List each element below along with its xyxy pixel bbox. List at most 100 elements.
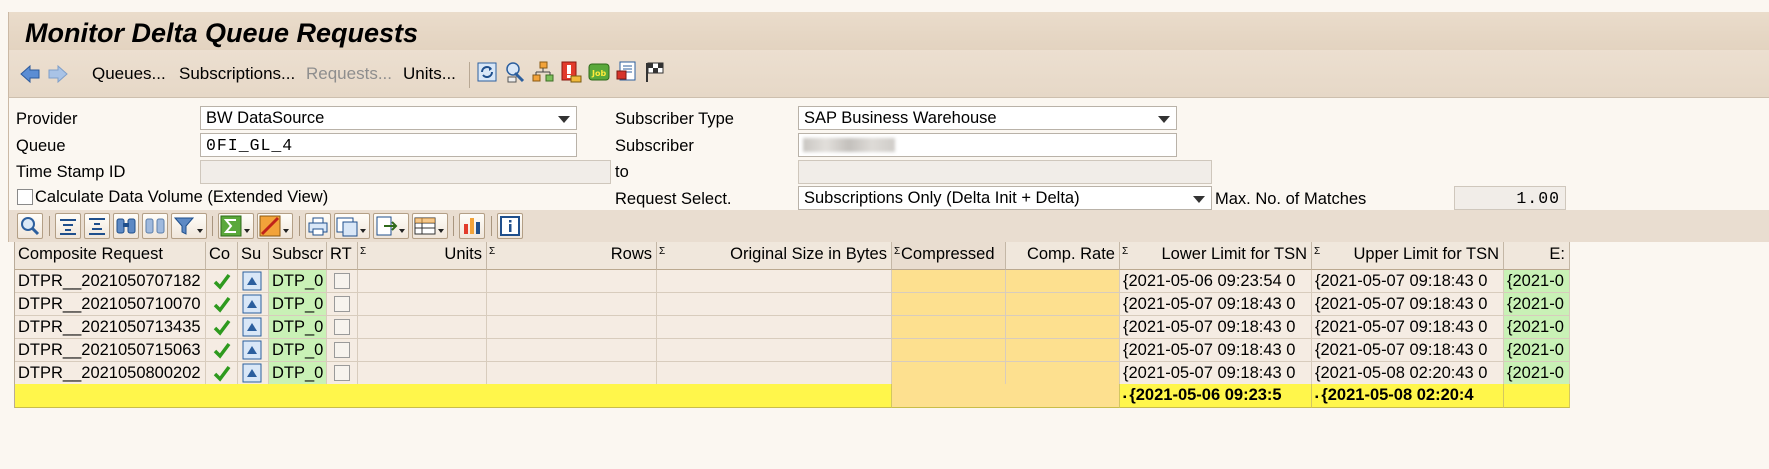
table-row-ext[interactable]: {2021-0 — [1504, 270, 1570, 293]
redacted-value — [803, 138, 895, 152]
status-cell[interactable] — [206, 293, 238, 316]
subscriber-type-dropdown[interactable]: SAP Business Warehouse — [798, 106, 1177, 130]
column-header-compressed[interactable]: Σ Compressed — [892, 242, 1006, 270]
forward-arrow-icon[interactable] — [47, 64, 69, 84]
total-row-lower[interactable]: ▪ {2021-05-06 09:23:5 — [1120, 384, 1312, 408]
column-header-composite[interactable]: Composite Request — [15, 242, 206, 270]
calculate-volume-checkbox[interactable] — [17, 189, 33, 205]
column-header-subscr[interactable]: Subscr — [269, 242, 327, 270]
rt-checkbox[interactable] — [334, 365, 350, 381]
filter-button[interactable] — [171, 213, 207, 239]
table-row-lower[interactable]: {2021-05-07 09:18:43 0 — [1120, 316, 1312, 339]
table-row-composite[interactable]: DTPR__2021050715063 — [15, 339, 206, 362]
table-row-ext[interactable]: {2021-0 — [1504, 293, 1570, 316]
column-header-units[interactable]: Σ Units — [358, 242, 487, 270]
table-row-subscr[interactable]: DTP_0 — [269, 293, 327, 316]
table-row-subscr[interactable]: DTP_0 — [269, 270, 327, 293]
find-button[interactable] — [113, 213, 139, 239]
rt-cell[interactable] — [327, 293, 358, 316]
chart-button[interactable] — [459, 213, 485, 239]
hierarchy-icon[interactable] — [531, 60, 555, 84]
views-button[interactable] — [334, 213, 370, 239]
rt-checkbox[interactable] — [334, 273, 350, 289]
rt-checkbox[interactable] — [334, 342, 350, 358]
rt-checkbox[interactable] — [334, 296, 350, 312]
flag-icon[interactable] — [643, 60, 667, 84]
rt-cell[interactable] — [327, 316, 358, 339]
column-header-co[interactable]: Co — [206, 242, 238, 270]
table-row-composite[interactable]: DTPR__2021050800202 — [15, 362, 206, 385]
display-icon[interactable] — [615, 60, 639, 84]
details-button[interactable] — [17, 213, 43, 239]
refresh-icon[interactable] — [475, 60, 499, 84]
find-next-button[interactable] — [142, 213, 168, 239]
subscription-cell[interactable] — [238, 339, 269, 362]
table-row-upper[interactable]: {2021-05-07 09:18:43 0 — [1312, 293, 1504, 316]
timestamp-from-field[interactable] — [200, 160, 611, 184]
subscriber-type-value: SAP Business Warehouse — [804, 109, 997, 127]
column-header-rows[interactable]: Σ Rows — [487, 242, 657, 270]
table-row-ext[interactable]: {2021-0 — [1504, 362, 1570, 385]
job-icon[interactable]: Job — [587, 60, 611, 84]
column-header-ext[interactable]: E: — [1504, 242, 1570, 270]
column-header-lower-limit[interactable]: Σ Lower Limit for TSN — [1120, 242, 1312, 270]
max-matches-field[interactable]: 1.00 — [1454, 186, 1566, 210]
rt-checkbox[interactable] — [334, 319, 350, 335]
table-row-composite[interactable]: DTPR__2021050713435 — [15, 316, 206, 339]
status-cell[interactable] — [206, 316, 238, 339]
settings-icon[interactable] — [503, 60, 527, 84]
rt-cell[interactable] — [327, 339, 358, 362]
warning-icon[interactable] — [559, 60, 583, 84]
layout-button[interactable] — [412, 213, 448, 239]
request-select-dropdown[interactable]: Subscriptions Only (Delta Init + Delta) — [798, 186, 1212, 210]
subscription-cell[interactable] — [238, 362, 269, 385]
queues-menu[interactable]: Queues... — [92, 64, 166, 84]
table-row-upper[interactable]: {2021-05-07 09:18:43 0 — [1312, 270, 1504, 293]
total-row-upper[interactable]: ▪ {2021-05-08 02:20:4 — [1312, 384, 1504, 408]
column-header-rt[interactable]: RT — [327, 242, 358, 270]
units-cell — [358, 270, 487, 293]
table-row-composite[interactable]: DTPR__2021050710070 — [15, 293, 206, 316]
units-menu[interactable]: Units... — [403, 64, 456, 84]
rt-cell[interactable] — [327, 362, 358, 385]
table-row-subscr[interactable]: DTP_0 — [269, 316, 327, 339]
status-cell[interactable] — [206, 270, 238, 293]
table-row-subscr[interactable]: DTP_0 — [269, 362, 327, 385]
table-row-lower[interactable]: {2021-05-06 09:23:54 0 — [1120, 270, 1312, 293]
info-button[interactable] — [497, 213, 523, 239]
total-button[interactable] — [218, 213, 254, 239]
subscription-cell[interactable] — [238, 316, 269, 339]
subscription-icon — [242, 294, 262, 314]
table-row-upper[interactable]: {2021-05-08 02:20:43 0 — [1312, 362, 1504, 385]
column-header-original-size[interactable]: Σ Original Size in Bytes — [657, 242, 892, 270]
back-arrow-icon[interactable] — [19, 64, 41, 84]
subscriber-input[interactable] — [798, 133, 1177, 157]
column-header-comp-rate[interactable]: Comp. Rate — [1006, 242, 1120, 270]
subtotal-button[interactable] — [257, 213, 293, 239]
queue-input[interactable]: 0FI_GL_4 — [200, 133, 577, 157]
status-cell[interactable] — [206, 339, 238, 362]
table-row-lower[interactable]: {2021-05-07 09:18:43 0 — [1120, 339, 1312, 362]
subscription-cell[interactable] — [238, 293, 269, 316]
table-row-ext[interactable]: {2021-0 — [1504, 339, 1570, 362]
original-size-cell — [657, 270, 892, 293]
table-row-ext[interactable]: {2021-0 — [1504, 316, 1570, 339]
table-row-upper[interactable]: {2021-05-07 09:18:43 0 — [1312, 316, 1504, 339]
print-button[interactable] — [305, 213, 331, 239]
export-button[interactable] — [373, 213, 409, 239]
subscriptions-menu[interactable]: Subscriptions... — [179, 64, 295, 84]
table-row-lower[interactable]: {2021-05-07 09:18:43 0 — [1120, 362, 1312, 385]
status-cell[interactable] — [206, 362, 238, 385]
timestamp-to-field[interactable] — [798, 160, 1212, 184]
sort-descending-button[interactable] — [84, 213, 110, 239]
table-row-upper[interactable]: {2021-05-07 09:18:43 0 — [1312, 339, 1504, 362]
table-row-lower[interactable]: {2021-05-07 09:18:43 0 — [1120, 293, 1312, 316]
subscription-cell[interactable] — [238, 270, 269, 293]
table-row-subscr[interactable]: DTP_0 — [269, 339, 327, 362]
sort-ascending-button[interactable] — [55, 213, 81, 239]
provider-dropdown[interactable]: BW DataSource — [200, 106, 577, 130]
table-row-composite[interactable]: DTPR__2021050707182 — [15, 270, 206, 293]
column-header-su[interactable]: Su — [238, 242, 269, 270]
rt-cell[interactable] — [327, 270, 358, 293]
column-header-upper-limit[interactable]: Σ Upper Limit for TSN — [1312, 242, 1504, 270]
